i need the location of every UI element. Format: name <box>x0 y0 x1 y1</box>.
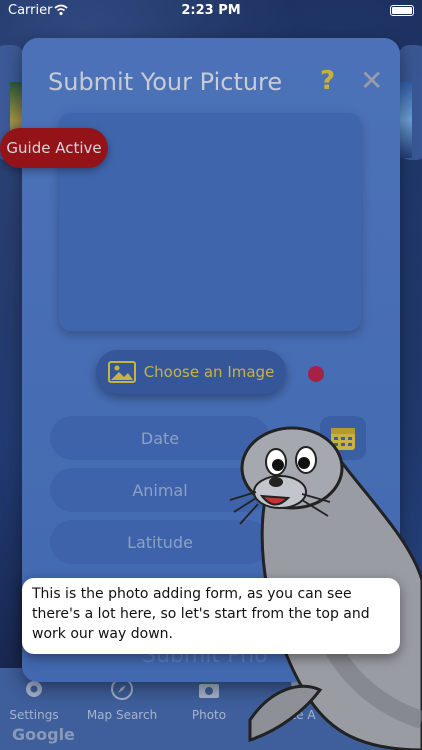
guide-message: This is the photo adding form, as you ca… <box>32 586 370 642</box>
status-bar: Carrier 2:23 PM <box>0 0 422 22</box>
guide-dialog[interactable]: This is the photo adding form, as you ca… <box>22 578 400 654</box>
status-time: 2:23 PM <box>181 3 241 18</box>
battery-icon <box>390 5 414 16</box>
